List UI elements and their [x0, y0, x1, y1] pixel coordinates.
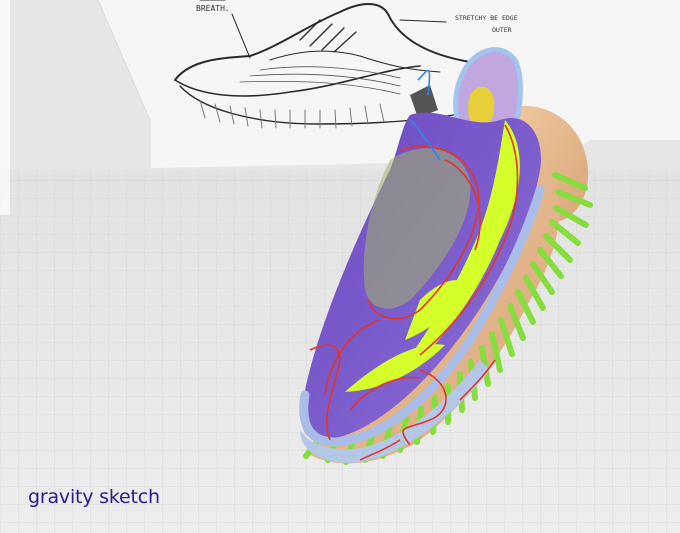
left-shadow — [0, 0, 10, 215]
3d-viewport[interactable]: BREATH. STRETCHY BE EDGE OUTER gravity s… — [0, 0, 680, 533]
sketch-note-breath: BREATH. — [196, 4, 230, 13]
sketch-note-stretchy: STRETCHY BE EDGE — [455, 14, 518, 22]
sketch-note-outer: OUTER — [492, 26, 512, 34]
brand-logo-text: gravity sketch — [28, 486, 160, 508]
